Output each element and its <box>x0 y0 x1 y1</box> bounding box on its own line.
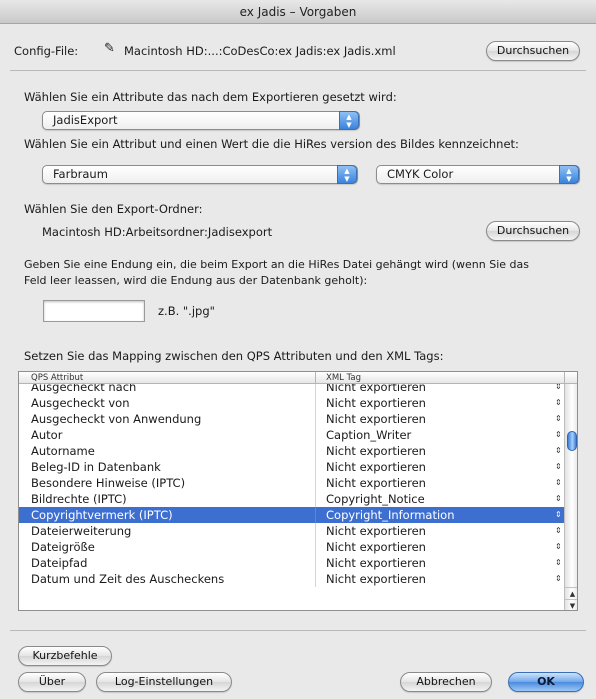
table-row[interactable]: Copyrightvermerk (IPTC) Copyright_Informa… <box>19 507 564 523</box>
qps-attribute-cell: Besondere Hinweise (IPTC) <box>31 476 186 490</box>
updown-stepper-icon[interactable]: ⇕ <box>555 571 562 587</box>
config-browse-button[interactable]: Durchsuchen <box>486 41 580 61</box>
updown-stepper-icon[interactable]: ⇕ <box>555 539 562 555</box>
popup-arrows-icon: ▲ ▼ <box>337 165 357 184</box>
vertical-scrollbar[interactable]: ▲ ▼ <box>564 384 577 610</box>
extension-input[interactable] <box>43 300 145 322</box>
updown-stepper-icon[interactable]: ⇕ <box>555 475 562 491</box>
qps-attribute-cell: Beleg-ID in Datenbank <box>31 460 161 474</box>
xml-tag-cell[interactable]: Nicht exportieren <box>326 384 426 395</box>
table-row[interactable]: Beleg-ID in Datenbank Nicht exportieren ⇕ <box>19 459 564 475</box>
xml-tag-cell[interactable]: Nicht exportieren <box>326 459 426 475</box>
export-folder-browse-button[interactable]: Durchsuchen <box>486 221 580 241</box>
extension-example: z.B. ".jpg" <box>158 304 215 318</box>
qps-attribute-cell: Autorname <box>31 444 95 458</box>
updown-stepper-icon[interactable]: ⇕ <box>555 555 562 571</box>
popup-arrows-icon: ▲ ▼ <box>339 111 359 130</box>
config-file-path: Macintosh HD:...:CoDesCo:ex Jadis:ex Jad… <box>124 44 396 58</box>
export-attribute-popup[interactable]: JadisExport ▲ ▼ <box>42 111 360 130</box>
config-file-label: Config-File: <box>14 44 79 58</box>
table-row[interactable]: Ausgecheckt nach Nicht exportieren ⇕ <box>19 384 564 395</box>
export-folder-path: Macintosh HD:Arbeitsordner:Jadisexport <box>42 225 273 239</box>
table-row[interactable]: Dateierweiterung Nicht exportieren ⇕ <box>19 523 564 539</box>
mapping-label: Setzen Sie das Mapping zwischen den QPS … <box>24 349 444 363</box>
xml-tag-cell[interactable]: Caption_Writer <box>326 427 411 443</box>
popup-arrows-icon: ▲ ▼ <box>559 165 579 184</box>
table-row[interactable]: Dateigröße Nicht exportieren ⇕ <box>19 539 564 555</box>
xml-tag-cell[interactable]: Nicht exportieren <box>326 555 426 571</box>
updown-stepper-icon[interactable]: ⇕ <box>555 459 562 475</box>
hires-value-value: CMYK Color <box>387 167 454 181</box>
qps-attribute-cell: Dateigröße <box>31 540 95 554</box>
table-row[interactable]: Besondere Hinweise (IPTC) Nicht exportier… <box>19 475 564 491</box>
separator <box>10 630 586 631</box>
updown-stepper-icon[interactable]: ⇕ <box>555 443 562 459</box>
column-header-xml[interactable]: XML Tag <box>326 372 361 384</box>
xml-tag-cell[interactable]: Nicht exportieren <box>326 539 426 555</box>
hires-value-popup[interactable]: CMYK Color ▲ ▼ <box>376 165 580 184</box>
xml-tag-cell[interactable]: Copyright_Information <box>326 507 455 523</box>
updown-stepper-icon[interactable]: ⇕ <box>555 507 562 523</box>
table-header: QPS Attribut XML Tag <box>19 372 577 384</box>
ok-button[interactable]: OK <box>508 672 584 692</box>
table-rows: Ausgecheckt nach Nicht exportieren ⇕ Ausgec… <box>19 384 564 610</box>
cancel-button[interactable]: Abbrechen <box>400 672 492 692</box>
scrollbar-thumb[interactable] <box>567 431 577 451</box>
xml-tag-cell[interactable]: Nicht exportieren <box>326 475 426 491</box>
extension-label-line2: Feld leer leassen, wird die Endung aus d… <box>24 274 368 287</box>
table-row[interactable]: Autorname Nicht exportieren ⇕ <box>19 443 564 459</box>
xml-tag-cell[interactable]: Nicht exportieren <box>326 395 426 411</box>
extension-label-line1: Geben Sie eine Endung ein, die beim Expo… <box>24 258 529 271</box>
export-attribute-value: JadisExport <box>53 113 118 127</box>
xml-tag-cell[interactable]: Nicht exportieren <box>326 523 426 539</box>
table-row[interactable]: Autor Caption_Writer ⇕ <box>19 427 564 443</box>
qps-attribute-cell: Dateierweiterung <box>31 524 132 538</box>
hires-attribute-popup[interactable]: Farbraum ▲ ▼ <box>42 165 358 184</box>
hires-attribute-value: Farbraum <box>53 167 108 181</box>
updown-stepper-icon[interactable]: ⇕ <box>555 427 562 443</box>
window-title: ex Jadis – Vorgaben <box>0 0 596 24</box>
xml-tag-cell[interactable]: Copyright_Notice <box>326 491 425 507</box>
column-header-qps[interactable]: QPS Attribut <box>31 372 83 384</box>
about-button[interactable]: Über <box>18 672 86 692</box>
qps-attribute-cell: Dateipfad <box>31 556 88 570</box>
qps-attribute-cell: Copyrightvermerk (IPTC) <box>31 508 173 522</box>
pencil-icon: ✎ <box>104 41 115 56</box>
qps-attribute-cell: Autor <box>31 428 63 442</box>
xml-tag-cell[interactable]: Nicht exportieren <box>326 411 426 427</box>
mapping-table: QPS Attribut XML Tag Ausgecheckt nach Nic… <box>18 371 578 611</box>
qps-attribute-cell: Bildrechte (IPTC) <box>31 492 127 506</box>
qps-attribute-cell: Ausgecheckt von <box>31 396 130 410</box>
updown-stepper-icon[interactable]: ⇕ <box>555 395 562 411</box>
shortcuts-button[interactable]: Kurzbefehle <box>18 646 112 666</box>
table-row[interactable]: Datum und Zeit des Auscheckens Nicht expo… <box>19 571 564 587</box>
updown-stepper-icon[interactable]: ⇕ <box>555 523 562 539</box>
qps-attribute-cell: Ausgecheckt von Anwendung <box>31 412 202 426</box>
export-attribute-label: Wählen Sie ein Attribute das nach dem Ex… <box>24 90 397 104</box>
xml-tag-cell[interactable]: Nicht exportieren <box>326 571 426 587</box>
qps-attribute-cell: Ausgecheckt nach <box>31 384 137 394</box>
xml-tag-cell[interactable]: Nicht exportieren <box>326 443 426 459</box>
table-row[interactable]: Ausgecheckt von Nicht exportieren ⇕ <box>19 395 564 411</box>
updown-stepper-icon[interactable]: ⇕ <box>555 411 562 427</box>
updown-stepper-icon[interactable]: ⇕ <box>555 384 562 395</box>
table-row[interactable]: Bildrechte (IPTC) Copyright_Notice ⇕ <box>19 491 564 507</box>
table-row[interactable]: Ausgecheckt von Anwendung Nicht exportier… <box>19 411 564 427</box>
table-row[interactable]: Dateipfad Nicht exportieren ⇕ <box>19 555 564 571</box>
log-settings-button[interactable]: Log-Einstellungen <box>96 672 232 692</box>
export-folder-label: Wählen Sie den Export-Ordner: <box>24 202 203 216</box>
updown-stepper-icon[interactable]: ⇕ <box>555 491 562 507</box>
hires-label: Wählen Sie ein Attribut und einen Wert d… <box>24 137 519 151</box>
separator <box>10 70 586 71</box>
qps-attribute-cell: Datum und Zeit des Auscheckens <box>31 572 225 586</box>
preferences-window: ex Jadis – Vorgaben Config-File: ✎ Macin… <box>0 0 596 699</box>
scroll-down-arrow-icon[interactable]: ▼ <box>565 599 577 610</box>
